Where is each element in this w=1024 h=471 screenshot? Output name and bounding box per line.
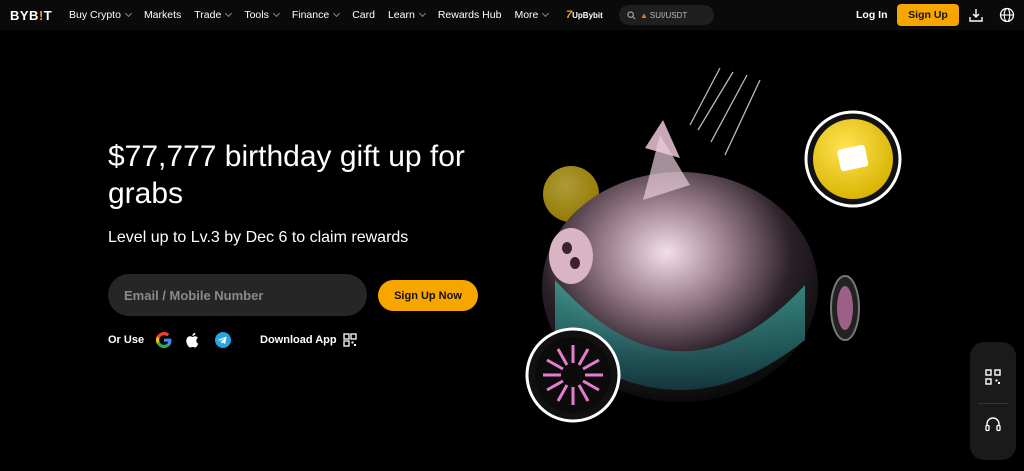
coin-bottom-left (525, 327, 621, 423)
globe-icon[interactable] (999, 7, 1015, 23)
nav-item-label: Card (352, 9, 375, 21)
nav-item-card[interactable]: Card (352, 9, 375, 21)
chevron-down-icon (542, 9, 550, 18)
chevron-down-icon (418, 9, 426, 18)
apple-icon[interactable] (184, 331, 202, 349)
google-icon[interactable] (155, 331, 173, 349)
nav-item-buy-crypto[interactable]: Buy Crypto (69, 9, 132, 21)
or-use-label: Or Use (108, 334, 145, 346)
chevron-down-icon (272, 9, 280, 18)
download-icon[interactable] (968, 7, 984, 23)
nav-item-label: Buy Crypto (69, 9, 121, 21)
nav-item-trade[interactable]: Trade (194, 9, 233, 21)
chevron-down-icon (124, 9, 132, 18)
nav-item-learn[interactable]: Learn (387, 9, 426, 21)
panel-divider (978, 403, 1008, 404)
search-icon (627, 10, 636, 19)
top-navigation-bar: BYB!T Buy Crypto Markets Trade Tools Fin… (0, 0, 1024, 30)
nav-item-markets[interactable]: Markets (144, 9, 181, 21)
nav-menu: Buy Crypto Markets Trade Tools Finance C… (69, 0, 561, 30)
hero-subtitle: Level up to Lv.3 by Dec 6 to claim rewar… (108, 229, 409, 246)
search-box[interactable]: ▲ SUI/USDT (619, 5, 714, 25)
upbybit-promo-link[interactable]: 7UpBybit (566, 9, 603, 21)
nav-item-label: Rewards Hub (437, 9, 502, 21)
signup-button[interactable]: Sign Up (897, 4, 959, 26)
chevron-down-icon (333, 9, 341, 18)
signup-now-button[interactable]: Sign Up Now (378, 280, 478, 311)
nav-item-tools[interactable]: Tools (244, 9, 280, 21)
bybit-logo[interactable]: BYB!T (10, 8, 52, 23)
hero-title: $77,777 birthday gift up for grabs (108, 140, 465, 210)
email-mobile-input[interactable] (108, 274, 367, 316)
nav-item-label: Tools (244, 9, 269, 21)
nav-item-finance[interactable]: Finance (291, 9, 341, 21)
download-app-label[interactable]: Download App (260, 334, 337, 346)
upbybit-label: UpBybit (572, 11, 603, 20)
nav-item-label: Finance (291, 9, 330, 21)
flame-icon: ▲ (640, 10, 648, 20)
big-coin-right (804, 110, 902, 208)
logo-text-start: BYB (10, 8, 39, 23)
nav-item-label: Learn (387, 9, 415, 21)
qr-code-icon[interactable] (984, 368, 1002, 386)
nav-item-more[interactable]: More (514, 9, 550, 21)
chevron-down-icon (225, 9, 233, 18)
nav-item-label: More (514, 9, 539, 21)
headset-icon[interactable] (984, 416, 1002, 434)
qr-code-icon[interactable] (343, 333, 357, 347)
logo-text-end: T (43, 8, 53, 23)
telegram-icon[interactable] (214, 331, 232, 349)
piggy-bank-illustration (525, 67, 902, 423)
string-lines (689, 67, 761, 156)
floating-side-panel (970, 342, 1016, 460)
nav-item-rewards-hub[interactable]: Rewards Hub (438, 9, 502, 21)
nav-item-label: Markets (143, 9, 182, 21)
nav-item-label: Trade (194, 9, 222, 21)
search-placeholder: SUI/USDT (649, 10, 688, 20)
login-link[interactable]: Log In (856, 9, 888, 21)
